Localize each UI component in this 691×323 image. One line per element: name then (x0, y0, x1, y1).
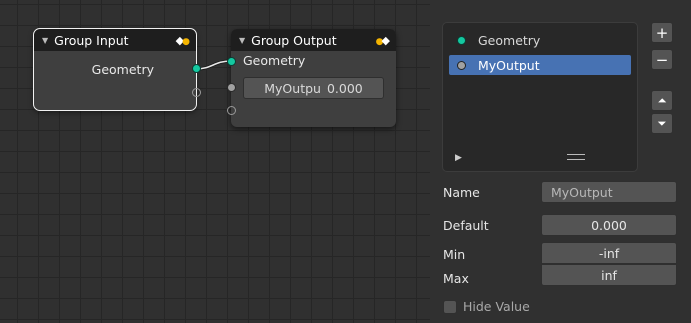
group-input-node[interactable]: ▼ Group Input ◆● Geometry (33, 28, 197, 111)
move-down-icon: ⏷ (657, 116, 667, 130)
node-editor-canvas[interactable]: ▼ Group Input ◆● Geometry ▼ Group Output… (0, 0, 430, 323)
default-value-field[interactable]: 0.000 (541, 214, 677, 236)
collapse-triangle-icon[interactable]: ▼ (239, 36, 245, 45)
list-item-label: MyOutput (478, 57, 540, 73)
group-output-title: Group Output (251, 32, 337, 48)
group-input-title: Group Input (54, 32, 129, 48)
group-output-geometry-socket[interactable] (227, 57, 236, 66)
list-item-geometry[interactable]: Geometry (449, 30, 631, 50)
move-down-button[interactable]: ⏷ (651, 113, 673, 134)
group-output-node[interactable]: ▼ Group Output ●◆ Geometry MyOutpu 0.000 (231, 29, 396, 127)
min-field-value: -inf (598, 245, 620, 261)
hide-value-label[interactable]: Hide Value (463, 299, 530, 314)
group-input-header[interactable]: ▼ Group Input ◆● (34, 29, 196, 51)
min-value-field[interactable]: -inf (541, 242, 677, 264)
max-field-value: inf (601, 267, 617, 283)
name-field-value: MyOutput (551, 184, 613, 200)
group-output-myoutput-socket[interactable] (227, 83, 236, 92)
group-input-empty-socket[interactable] (192, 88, 201, 97)
name-field[interactable]: MyOutput (541, 181, 677, 203)
value-socket-icon (457, 60, 466, 70)
move-up-button[interactable]: ⏶ (651, 90, 673, 111)
remove-socket-button[interactable]: − (651, 49, 673, 70)
hide-value-checkbox[interactable] (443, 300, 457, 314)
myoutput-value-field[interactable]: MyOutpu 0.000 (243, 77, 384, 99)
group-output-geometry-label: Geometry (243, 53, 306, 68)
min-label: Min (443, 247, 466, 262)
group-output-node-icon: ●◆ (375, 33, 390, 47)
max-value-field[interactable]: inf (541, 264, 677, 286)
group-input-node-icon: ◆● (175, 33, 190, 47)
max-label: Max (443, 271, 469, 286)
myoutput-field-value: 0.000 (326, 80, 363, 96)
default-label: Default (443, 218, 489, 233)
geometry-socket-icon (457, 35, 466, 45)
collapse-triangle-icon[interactable]: ▼ (42, 36, 48, 45)
add-socket-button[interactable]: + (651, 22, 673, 43)
group-output-header[interactable]: ▼ Group Output ●◆ (231, 29, 396, 51)
list-item-label: Geometry (478, 32, 541, 48)
myoutput-field-name: MyOutpu (264, 80, 321, 96)
interface-socket-list[interactable]: Geometry MyOutput ▶ (442, 22, 638, 172)
move-up-icon: ⏶ (657, 93, 667, 107)
list-resize-grip-icon[interactable] (567, 154, 585, 160)
group-output-empty-socket[interactable] (227, 106, 236, 115)
list-filter-toggle-icon[interactable]: ▶ (455, 153, 462, 163)
default-field-value: 0.000 (591, 217, 627, 233)
name-label: Name (443, 185, 480, 200)
group-input-geometry-socket[interactable] (192, 64, 201, 73)
group-input-geometry-label: Geometry (91, 62, 154, 77)
list-item-myoutput[interactable]: MyOutput (449, 55, 631, 75)
